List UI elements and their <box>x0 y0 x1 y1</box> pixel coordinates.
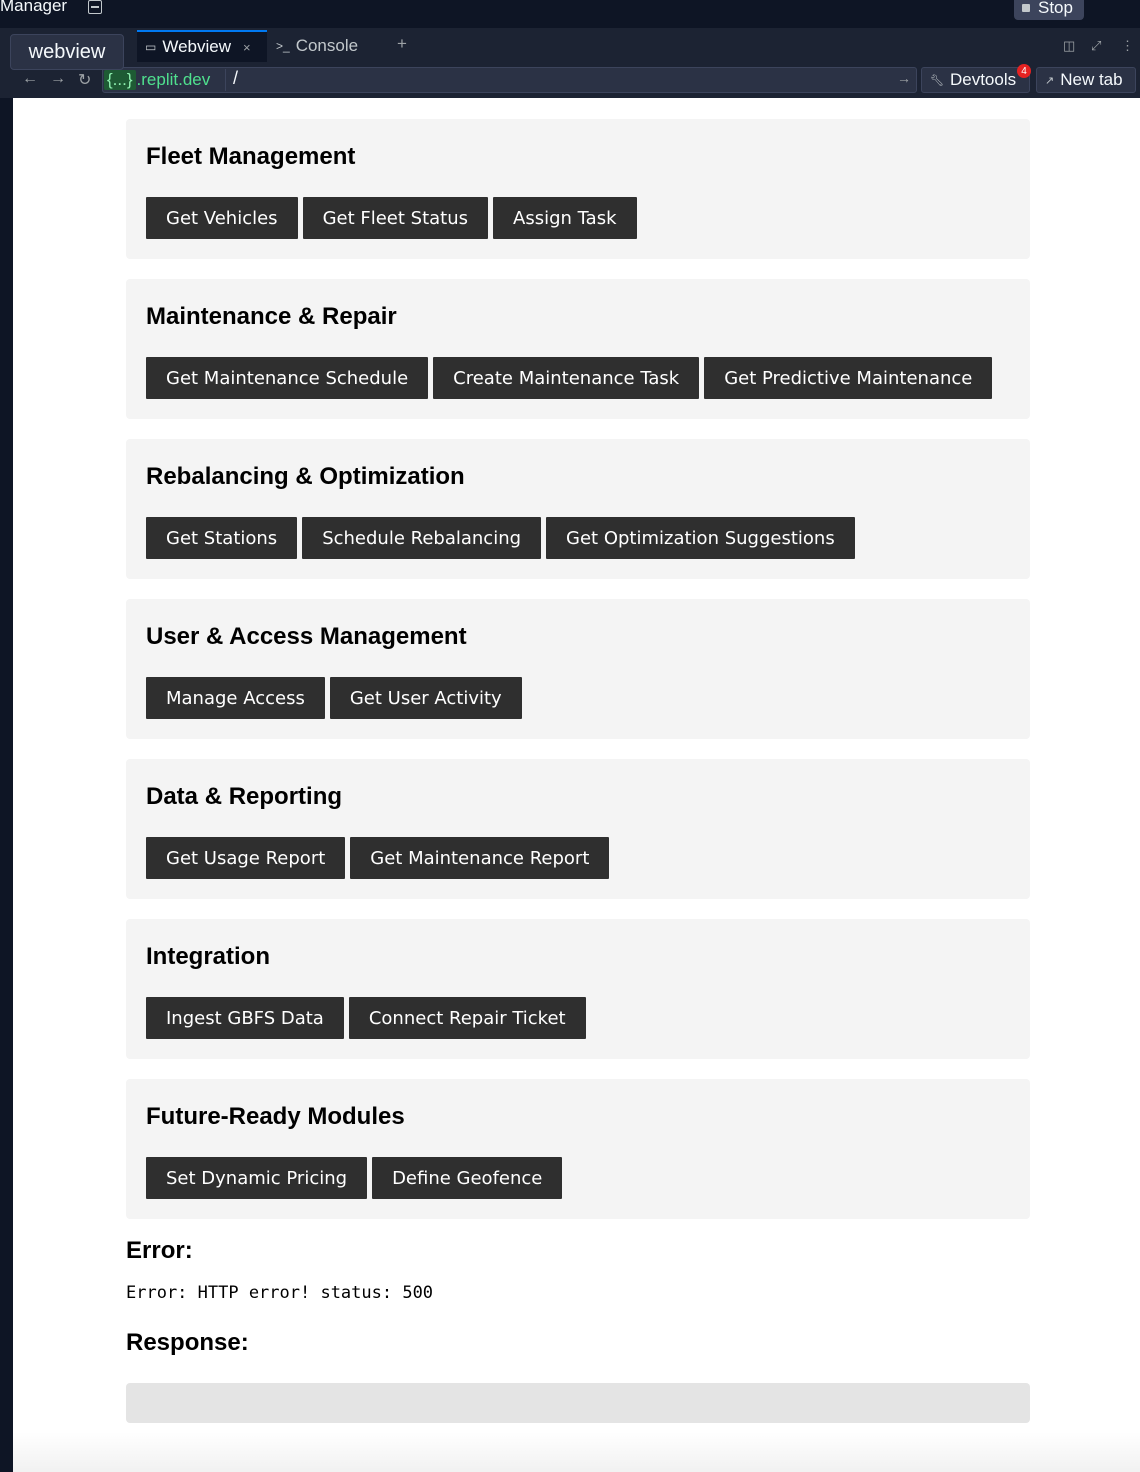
url-path[interactable]: / <box>233 68 238 89</box>
section-user-access-management: User & Access Management Manage Access G… <box>126 599 1030 739</box>
connect-repair-ticket-button[interactable]: Connect Repair Ticket <box>348 997 586 1039</box>
page-content: Fleet Management Get Vehicles Get Fleet … <box>126 119 1030 1423</box>
section-title: Data & Reporting <box>146 783 343 810</box>
bottom-fade <box>13 1432 1140 1472</box>
more-options-icon[interactable]: ⋮ <box>1121 38 1134 54</box>
stop-icon <box>1022 4 1030 12</box>
url-host-domain: .replit.dev <box>136 70 211 89</box>
get-user-activity-button[interactable]: Get User Activity <box>329 677 522 719</box>
assign-task-button[interactable]: Assign Task <box>493 197 637 239</box>
section-future-ready-modules: Future-Ready Modules Set Dynamic Pricing… <box>126 1079 1030 1219</box>
section-title: Maintenance & Repair <box>146 303 397 330</box>
forward-icon[interactable]: → <box>50 70 66 88</box>
url-host-tag: {...} <box>104 70 136 90</box>
section-title: Future-Ready Modules <box>146 1103 405 1130</box>
define-geofence-button[interactable]: Define Geofence <box>372 1157 563 1199</box>
add-tab-icon[interactable]: + <box>397 34 407 54</box>
expand-icon[interactable]: ⤢ <box>1091 38 1101 54</box>
panel-icon[interactable] <box>88 0 102 14</box>
section-title: Rebalancing & Optimization <box>146 463 465 490</box>
set-dynamic-pricing-button[interactable]: Set Dynamic Pricing <box>146 1157 368 1199</box>
devtools-label: Devtools <box>949 70 1017 89</box>
split-pane-icon[interactable]: ◫ <box>1063 38 1075 54</box>
get-maintenance-report-button[interactable]: Get Maintenance Report <box>350 837 610 879</box>
external-link-icon: ↗ <box>1045 74 1055 87</box>
error-message: Error: HTTP error! status: 500 <box>126 1283 434 1303</box>
get-vehicles-button[interactable]: Get Vehicles <box>146 197 298 239</box>
app-title: Manager <box>0 0 68 15</box>
section-data-reporting: Data & Reporting Get Usage Report Get Ma… <box>126 759 1030 899</box>
url-divider <box>225 69 226 91</box>
close-icon[interactable]: × <box>243 40 251 55</box>
stop-label: Stop <box>1038 0 1073 17</box>
tooltip-webview: webview <box>10 34 124 70</box>
new-tab-button[interactable]: ↗ New tab <box>1036 67 1136 93</box>
webview-viewport: Fleet Management Get Vehicles Get Fleet … <box>13 98 1140 1472</box>
tab-webview-label: Webview <box>162 37 231 56</box>
manage-access-button[interactable]: Manage Access <box>146 677 325 719</box>
tab-webview[interactable]: ▭ Webview × <box>137 30 267 62</box>
devtools-badge: 4 <box>1017 64 1031 78</box>
ingest-gbfs-data-button[interactable]: Ingest GBFS Data <box>146 997 344 1039</box>
response-output <box>126 1383 1030 1423</box>
stop-button[interactable]: Stop <box>1014 0 1084 20</box>
section-title: User & Access Management <box>146 623 467 650</box>
tab-console[interactable]: >_ Console <box>272 30 382 62</box>
section-integration: Integration Ingest GBFS Data Connect Rep… <box>126 919 1030 1059</box>
section-title: Fleet Management <box>146 143 356 170</box>
get-predictive-maintenance-button[interactable]: Get Predictive Maintenance <box>704 357 993 399</box>
get-stations-button[interactable]: Get Stations <box>146 517 298 559</box>
get-maintenance-schedule-button[interactable]: Get Maintenance Schedule <box>146 357 429 399</box>
monitor-icon: ▭ <box>145 40 157 54</box>
section-title: Integration <box>146 943 270 970</box>
error-heading: Error: <box>126 1237 193 1264</box>
go-arrow-icon[interactable]: → <box>897 70 911 86</box>
left-strip <box>0 98 13 1472</box>
get-optimization-suggestions-button[interactable]: Get Optimization Suggestions <box>546 517 855 559</box>
schedule-rebalancing-button[interactable]: Schedule Rebalancing <box>302 517 542 559</box>
section-fleet-management: Fleet Management Get Vehicles Get Fleet … <box>126 119 1030 259</box>
get-usage-report-button[interactable]: Get Usage Report <box>146 837 346 879</box>
devtools-button[interactable]: 🔧︎ Devtools <box>921 67 1030 93</box>
top-bar: Manager Stop <box>0 0 1140 28</box>
back-icon[interactable]: ← <box>22 70 38 88</box>
section-rebalancing-optimization: Rebalancing & Optimization Get Stations … <box>126 439 1030 579</box>
response-heading: Response: <box>126 1329 249 1356</box>
terminal-icon: >_ <box>276 39 290 53</box>
reload-icon[interactable]: ↻ <box>78 70 91 90</box>
tab-console-label: Console <box>295 36 359 55</box>
section-maintenance-repair: Maintenance & Repair Get Maintenance Sch… <box>126 279 1030 419</box>
url-host: {...} .replit.dev <box>104 69 210 91</box>
wrench-icon: 🔧︎ <box>930 74 944 87</box>
get-fleet-status-button[interactable]: Get Fleet Status <box>302 197 489 239</box>
create-maintenance-task-button[interactable]: Create Maintenance Task <box>433 357 700 399</box>
new-tab-label: New tab <box>1060 70 1123 89</box>
